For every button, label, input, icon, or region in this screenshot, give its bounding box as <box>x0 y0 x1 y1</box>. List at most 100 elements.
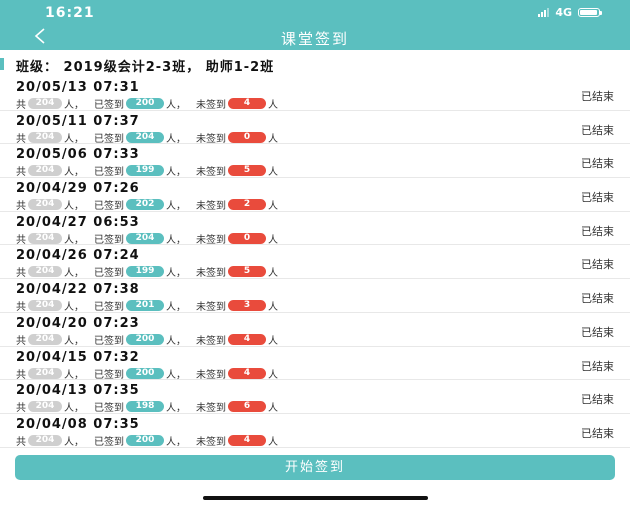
list-item[interactable]: 20/04/20 07:23 共 204 人， 已签到 200 人， 未签到 4… <box>0 313 630 347</box>
session-stats: 共 204 人， 已签到 200 人， 未签到 4 人 <box>16 433 278 448</box>
total-prefix: 共 <box>16 167 26 179</box>
signed-count-badge: 200 <box>126 333 164 345</box>
list-item[interactable]: 20/04/22 07:38 共 204 人， 已签到 201 人， 未签到 3… <box>0 279 630 313</box>
session-datetime: 20/05/06 07:33 <box>16 147 140 163</box>
session-status: 已结束 <box>581 123 614 137</box>
total-count-badge: 204 <box>28 232 62 244</box>
list-item[interactable]: 20/04/27 06:53 共 204 人， 已签到 204 人， 未签到 0… <box>0 212 630 246</box>
unsigned-label: 未签到 <box>196 100 226 111</box>
person-end-label: 人 <box>268 201 278 213</box>
signed-label: 已签到 <box>94 234 124 246</box>
person-end-label: 人 <box>268 302 278 314</box>
unsigned-label: 未签到 <box>196 234 226 246</box>
session-datetime: 20/05/13 07:31 <box>16 80 140 95</box>
person-label: 人， <box>166 436 186 448</box>
person-end-label: 人 <box>268 268 278 280</box>
total-prefix: 共 <box>16 133 26 145</box>
person-end-label: 人 <box>268 335 278 347</box>
person-label: 人， <box>166 369 186 381</box>
session-status: 已结束 <box>581 90 614 103</box>
unsigned-count-badge: 2 <box>228 199 266 211</box>
total-prefix: 共 <box>16 436 26 448</box>
session-stats: 共 204 人， 已签到 200 人， 未签到 4 人 <box>16 366 278 381</box>
total-prefix: 共 <box>16 403 26 415</box>
start-checkin-button[interactable]: 开始签到 <box>15 455 615 480</box>
unsigned-count-badge: 4 <box>228 333 266 345</box>
person-label: 人， <box>166 167 186 179</box>
list-item[interactable]: 20/04/13 07:35 共 204 人， 已签到 198 人， 未签到 6… <box>0 380 630 414</box>
signed-count-badge: 200 <box>126 434 164 446</box>
list-item[interactable]: 20/05/06 07:33 共 204 人， 已签到 199 人， 未签到 5… <box>0 144 630 178</box>
person-end-label: 人 <box>268 436 278 448</box>
total-prefix: 共 <box>16 234 26 246</box>
session-stats: 共 204 人， 已签到 199 人， 未签到 5 人 <box>16 163 278 178</box>
person-label: 人， <box>166 133 186 145</box>
unsigned-label: 未签到 <box>196 133 226 145</box>
unsigned-count-badge: 0 <box>228 131 266 143</box>
signed-label: 已签到 <box>94 133 124 145</box>
session-stats: 共 204 人， 已签到 199 人， 未签到 5 人 <box>16 264 278 279</box>
total-prefix: 共 <box>16 302 26 314</box>
session-datetime: 20/04/13 07:35 <box>16 383 140 399</box>
signed-label: 已签到 <box>94 403 124 415</box>
person-label: 人， <box>64 335 84 347</box>
total-prefix: 共 <box>16 201 26 213</box>
session-datetime: 20/04/15 07:32 <box>16 349 140 365</box>
class-info-text: 班级： 2019级会计2-3班， 助师1-2班 <box>16 60 275 75</box>
signed-label: 已签到 <box>94 268 124 280</box>
unsigned-label: 未签到 <box>196 403 226 415</box>
signed-count-badge: 198 <box>126 401 164 413</box>
list-item[interactable]: 20/05/11 07:37 共 204 人， 已签到 204 人， 未签到 0… <box>0 111 630 145</box>
person-end-label: 人 <box>268 167 278 179</box>
person-label: 人， <box>166 268 186 280</box>
total-count-badge: 204 <box>28 434 62 446</box>
session-datetime: 20/04/08 07:35 <box>16 416 140 432</box>
session-datetime: 20/04/22 07:38 <box>16 282 140 298</box>
signed-label: 已签到 <box>94 302 124 314</box>
total-count-badge: 204 <box>28 333 62 345</box>
total-prefix: 共 <box>16 369 26 381</box>
list-item[interactable]: 20/04/15 07:32 共 204 人， 已签到 200 人， 未签到 4… <box>0 347 630 381</box>
total-prefix: 共 <box>16 335 26 347</box>
list-item[interactable]: 20/05/13 07:31 共 204 人， 已签到 200 人， 未签到 4… <box>0 77 630 111</box>
signed-count-badge: 199 <box>126 266 164 278</box>
person-end-label: 人 <box>268 369 278 381</box>
signed-label: 已签到 <box>94 369 124 381</box>
total-count-badge: 204 <box>28 199 62 211</box>
unsigned-label: 未签到 <box>196 201 226 213</box>
session-status: 已结束 <box>581 292 614 306</box>
session-status: 已结束 <box>581 258 614 272</box>
session-datetime: 20/04/29 07:26 <box>16 181 140 197</box>
person-label: 人， <box>64 302 84 314</box>
person-end-label: 人 <box>268 234 278 246</box>
session-datetime: 20/04/27 06:53 <box>16 214 140 230</box>
unsigned-label: 未签到 <box>196 167 226 179</box>
home-indicator <box>203 496 428 500</box>
person-label: 人， <box>64 403 84 415</box>
battery-icon <box>578 8 602 17</box>
list-item[interactable]: 20/04/29 07:26 共 204 人， 已签到 202 人， 未签到 2… <box>0 178 630 212</box>
unsigned-label: 未签到 <box>196 369 226 381</box>
person-label: 人， <box>166 302 186 314</box>
person-label: 人， <box>166 403 186 415</box>
accent-marker <box>0 58 4 70</box>
status-time: 16:21 <box>45 5 95 21</box>
unsigned-count-badge: 5 <box>228 165 266 177</box>
session-status: 已结束 <box>581 325 614 339</box>
signed-label: 已签到 <box>94 100 124 111</box>
signed-count-badge: 204 <box>126 131 164 143</box>
list-item[interactable]: 20/04/26 07:24 共 204 人， 已签到 199 人， 未签到 5… <box>0 245 630 279</box>
session-stats: 共 204 人， 已签到 204 人， 未签到 0 人 <box>16 231 278 246</box>
signed-count-badge: 202 <box>126 199 164 211</box>
list-item[interactable]: 20/04/08 07:35 共 204 人， 已签到 200 人， 未签到 4… <box>0 414 630 448</box>
signed-label: 已签到 <box>94 436 124 448</box>
session-status: 已结束 <box>581 359 614 373</box>
person-label: 人， <box>64 436 84 448</box>
unsigned-label: 未签到 <box>196 436 226 448</box>
person-label: 人， <box>64 268 84 280</box>
session-stats: 共 204 人， 已签到 200 人， 未签到 4 人 <box>16 96 278 111</box>
unsigned-label: 未签到 <box>196 302 226 314</box>
session-stats: 共 204 人， 已签到 198 人， 未签到 6 人 <box>16 399 278 414</box>
session-status: 已结束 <box>581 393 614 407</box>
page-title: 课堂签到 <box>280 30 349 48</box>
